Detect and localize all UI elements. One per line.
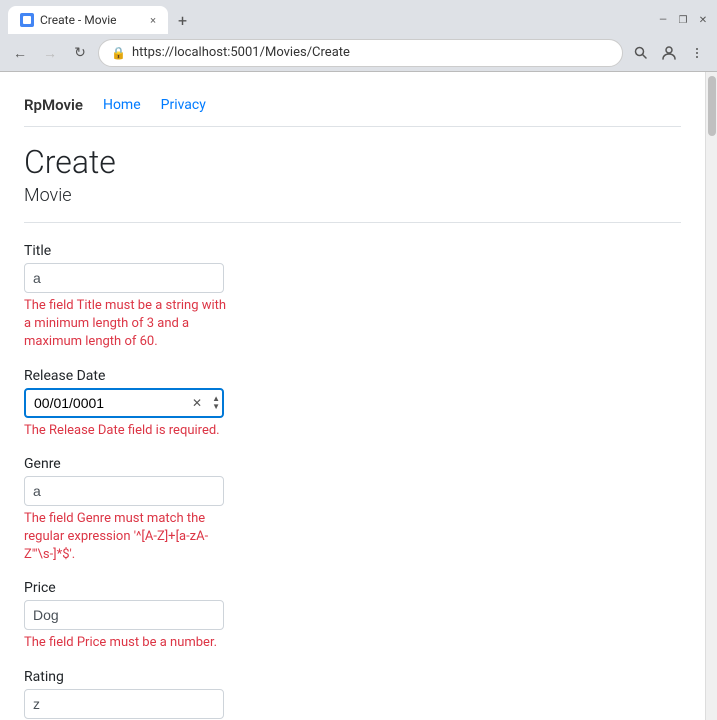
date-spin-buttons[interactable]: ▲ ▼ [212,395,220,411]
browser-tab[interactable]: Create - Movie × [8,6,168,34]
title-field-group: Title The field Title must be a string w… [24,243,681,352]
rating-input[interactable] [24,689,224,719]
title-input[interactable] [24,263,224,293]
price-input[interactable] [24,600,224,630]
title-label: Title [24,243,681,259]
minimize-button[interactable]: — [657,14,669,26]
forward-button[interactable]: → [38,41,62,65]
tab-title: Create - Movie [40,13,117,27]
price-error: The field Price must be a number. [24,634,234,652]
scrollbar-track[interactable] [705,72,717,720]
lock-icon: 🔒 [111,46,126,60]
create-movie-form: Title The field Title must be a string w… [24,243,681,720]
search-icon[interactable] [629,41,653,65]
genre-input[interactable] [24,476,224,506]
profile-icon[interactable] [657,41,681,65]
page-title: Create [24,143,681,181]
scrollbar-thumb[interactable] [708,76,716,136]
rating-field-group: Rating The field Rating must match the r… [24,669,681,720]
menu-icon[interactable] [685,41,709,65]
url-text: https://localhost:5001/Movies/Create [132,45,610,60]
date-clear-button[interactable]: ✕ [192,396,202,410]
release-date-error: The Release Date field is required. [24,422,234,440]
nav-home[interactable]: Home [103,97,141,113]
site-nav: RpMovie Home Privacy [24,88,681,127]
release-date-field-group: Release Date ✕ ▲ ▼ The Release Date fiel… [24,368,681,440]
window-controls: — ❐ ✕ [657,14,709,26]
price-label: Price [24,580,681,596]
genre-error: The field Genre must match the regular e… [24,510,234,565]
new-tab-button[interactable]: + [168,7,197,34]
date-spin-down[interactable]: ▼ [212,403,220,411]
address-bar[interactable]: 🔒 https://localhost:5001/Movies/Create [98,39,623,67]
page-subtitle: Movie [24,185,681,206]
tab-favicon [20,13,34,27]
reload-button[interactable]: ↻ [68,41,92,65]
title-error: The field Title must be a string with a … [24,297,234,352]
close-button[interactable]: ✕ [697,14,709,26]
site-brand[interactable]: RpMovie [24,96,83,114]
release-date-label: Release Date [24,368,681,384]
back-button[interactable]: ← [8,41,32,65]
nav-privacy[interactable]: Privacy [161,97,206,113]
date-input-wrapper: ✕ ▲ ▼ [24,388,224,418]
price-field-group: Price The field Price must be a number. [24,580,681,652]
genre-label: Genre [24,456,681,472]
maximize-button[interactable]: ❐ [677,14,689,26]
genre-field-group: Genre The field Genre must match the reg… [24,456,681,565]
tab-close-button[interactable]: × [150,14,156,27]
rating-label: Rating [24,669,681,685]
divider [24,222,681,223]
